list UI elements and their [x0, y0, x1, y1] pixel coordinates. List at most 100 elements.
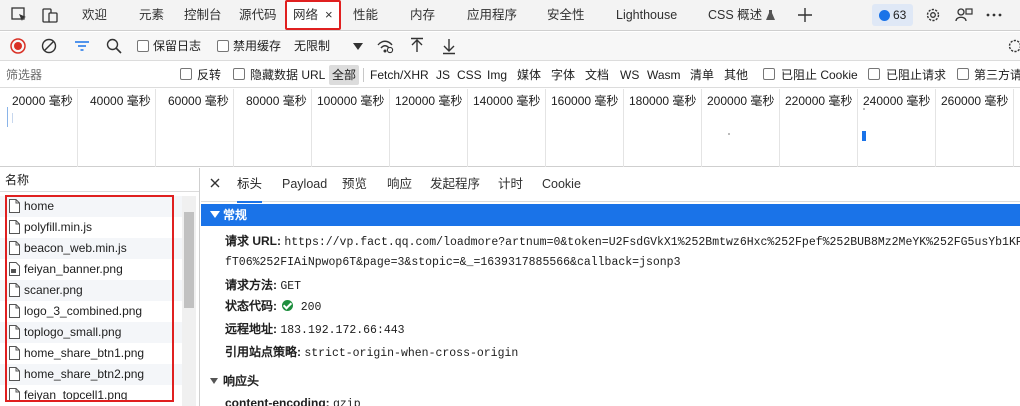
- third-party-checkbox[interactable]: [957, 68, 969, 80]
- request-url-value-continued[interactable]: fT06%252FIAiNpwop6T&page=3&stopic=&_=163…: [225, 256, 680, 269]
- preserve-log-checkbox[interactable]: [137, 40, 149, 52]
- timeline-overview[interactable]: 20000 毫秒 40000 毫秒 60000 毫秒 80000 毫秒 1000…: [0, 89, 1020, 167]
- invert-checkbox[interactable]: [180, 68, 192, 80]
- import-har-upload-icon[interactable]: [408, 37, 426, 55]
- tab-lighthouse[interactable]: Lighthouse: [616, 0, 677, 30]
- timeline-tick-label: 20000 毫秒: [12, 94, 73, 108]
- type-filter-font[interactable]: 字体: [551, 62, 575, 88]
- request-row[interactable]: feiyan_topcell1.png: [0, 385, 182, 406]
- request-row[interactable]: toplogo_small.png: [0, 322, 182, 343]
- remote-address-value[interactable]: 183.192.172.66:443: [280, 324, 404, 337]
- image-file-icon: [9, 367, 20, 381]
- feedback-icon[interactable]: [955, 6, 973, 24]
- details-tab-preview[interactable]: 预览: [342, 168, 367, 201]
- details-tab-headers[interactable]: 标头: [237, 168, 263, 203]
- content-encoding-value[interactable]: gzip: [333, 398, 361, 406]
- type-filter-js[interactable]: JS: [436, 62, 450, 88]
- timeline-gridline: [935, 89, 936, 167]
- tab-css-overview[interactable]: CSS 概述: [708, 0, 776, 30]
- request-row[interactable]: home: [0, 196, 182, 217]
- hide-data-urls-checkbox[interactable]: [233, 68, 245, 80]
- details-tab-payload[interactable]: Payload: [282, 168, 327, 201]
- image-file-icon: [9, 262, 20, 276]
- type-filter-all[interactable]: 全部: [329, 65, 360, 85]
- type-filter-css[interactable]: CSS: [457, 62, 482, 88]
- tab-elements[interactable]: 元素: [139, 0, 164, 30]
- request-url-continued: fT06%252FIAiNpwop6T&page=3&stopic=&_=163…: [225, 254, 680, 269]
- clear-icon[interactable]: [40, 37, 58, 55]
- tab-memory[interactable]: 内存: [410, 0, 435, 30]
- response-headers-section-header[interactable]: 响应头: [201, 370, 1020, 392]
- blocked-cookies-checkbox[interactable]: [763, 68, 775, 80]
- close-details-icon[interactable]: [209, 177, 221, 189]
- type-filter-fetch-xhr[interactable]: Fetch/XHR: [370, 62, 429, 88]
- request-row[interactable]: logo_3_combined.png: [0, 301, 182, 322]
- throttling-select[interactable]: 无限制: [290, 36, 368, 57]
- tab-network[interactable]: 网络 ×: [285, 0, 341, 30]
- request-row[interactable]: polyfill.min.js: [0, 217, 182, 238]
- filter-funnel-icon[interactable]: [73, 37, 91, 55]
- details-tab-initiator[interactable]: 发起程序: [430, 168, 480, 201]
- tab-sources[interactable]: 源代码: [239, 0, 277, 30]
- network-settings-gear-icon[interactable]: [1006, 37, 1020, 55]
- type-filter-manifest[interactable]: 清单: [690, 62, 714, 88]
- request-row[interactable]: home_share_btn2.png: [0, 364, 182, 385]
- more-options-icon[interactable]: [985, 6, 1003, 24]
- request-method-value[interactable]: GET: [280, 280, 301, 293]
- request-url-row: 请求 URL: https://vp.fact.qq.com/loadmore?…: [225, 232, 1020, 249]
- tab-security[interactable]: 安全性: [547, 0, 585, 30]
- timeline-tick-label: 120000 毫秒: [395, 94, 463, 108]
- network-conditions-wifi-icon[interactable]: [376, 37, 394, 55]
- type-filter-other[interactable]: 其他: [724, 62, 748, 88]
- inspect-element-icon[interactable]: [10, 6, 28, 24]
- close-tab-icon[interactable]: ×: [325, 7, 333, 22]
- more-tabs-plus-icon[interactable]: [796, 6, 814, 24]
- timeline-gridline: [311, 89, 312, 167]
- tab-welcome[interactable]: 欢迎: [82, 0, 107, 30]
- tab-network-label: 网络: [293, 8, 319, 22]
- preserve-log-label: 保留日志: [153, 39, 202, 53]
- type-filter-ws[interactable]: WS: [620, 62, 639, 88]
- issues-count: 63: [893, 8, 907, 22]
- disable-cache-checkbox[interactable]: [217, 40, 229, 52]
- request-details-panel: 标头 Payload 预览 响应 发起程序 计时 Cookie 常规 请求 UR…: [201, 168, 1020, 406]
- name-column-header[interactable]: 名称: [0, 168, 199, 192]
- general-section-header[interactable]: 常规: [201, 204, 1020, 226]
- request-row[interactable]: home_share_btn1.png: [0, 343, 182, 364]
- type-filter-media[interactable]: 媒体: [517, 62, 541, 88]
- issues-badge[interactable]: 63: [872, 4, 913, 26]
- tab-application[interactable]: 应用程序: [467, 0, 517, 30]
- timeline-gridline: [623, 89, 624, 167]
- status-code-value[interactable]: 200: [301, 301, 322, 314]
- record-stop-icon[interactable]: [9, 37, 27, 55]
- details-tab-cookie[interactable]: Cookie: [542, 168, 581, 201]
- content-encoding-label: content-encoding:: [225, 396, 330, 406]
- timeline-tick-label: 160000 毫秒: [551, 94, 619, 108]
- type-filter-img[interactable]: Img: [487, 62, 507, 88]
- device-emulation-icon[interactable]: [41, 6, 59, 24]
- remote-address-label: 远程地址:: [225, 322, 277, 336]
- type-filter-wasm[interactable]: Wasm: [647, 62, 681, 88]
- request-row[interactable]: feiyan_banner.png: [0, 259, 182, 280]
- details-tab-timing[interactable]: 计时: [498, 168, 523, 201]
- export-har-download-icon[interactable]: [440, 37, 458, 55]
- timeline-gridline: [857, 89, 858, 167]
- request-list-scroll-thumb[interactable]: [184, 212, 194, 308]
- search-icon[interactable]: [105, 37, 123, 55]
- request-url-value[interactable]: https://vp.fact.qq.com/loadmore?artnum=0…: [284, 236, 1020, 249]
- tab-console[interactable]: 控制台: [184, 0, 222, 30]
- request-rows: home polyfill.min.js beacon_web.min.js f…: [0, 196, 182, 406]
- type-filter-doc[interactable]: 文档: [585, 62, 609, 88]
- tab-css-overview-label: CSS 概述: [708, 8, 763, 22]
- request-row[interactable]: scaner.png: [0, 280, 182, 301]
- image-file-icon: [9, 346, 20, 360]
- referrer-policy-value[interactable]: strict-origin-when-cross-origin: [304, 347, 518, 360]
- details-tab-response[interactable]: 响应: [387, 168, 412, 201]
- request-name: home: [24, 199, 55, 213]
- filter-input[interactable]: [2, 65, 170, 84]
- request-row[interactable]: beacon_web.min.js: [0, 238, 182, 259]
- settings-gear-icon[interactable]: [924, 6, 942, 24]
- tab-performance[interactable]: 性能: [353, 0, 378, 30]
- blocked-requests-checkbox[interactable]: [868, 68, 880, 80]
- timeline-gridline: [155, 89, 156, 167]
